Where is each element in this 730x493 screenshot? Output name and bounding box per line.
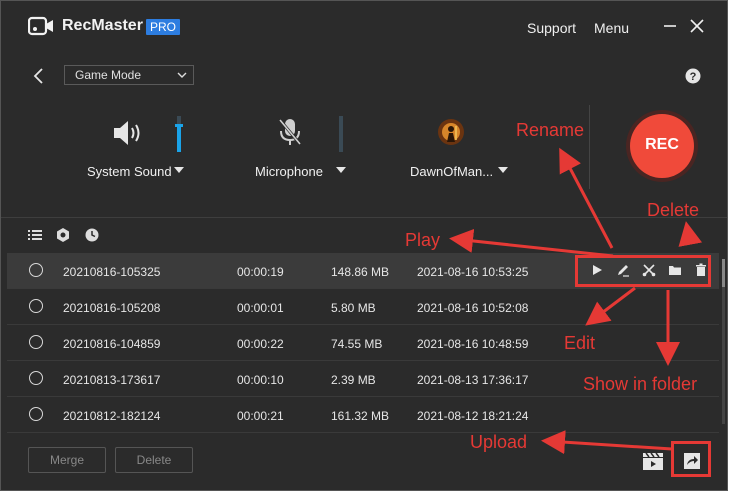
system-sound-label: System Sound (87, 164, 172, 179)
row-select-radio[interactable] (29, 299, 43, 313)
list-icon[interactable] (28, 228, 42, 242)
table-row[interactable]: 20210816-105325 00:00:19 148.86 MB 2021-08-… (7, 253, 719, 289)
recording-date: 2021-08-13 17:36:17 (417, 373, 529, 387)
svg-text:?: ? (690, 71, 697, 83)
support-menu[interactable]: Support (527, 20, 576, 36)
annotation-upload: Upload (470, 432, 528, 452)
title-bar: RecMaster PRO Support Menu (1, 1, 727, 55)
row-select-radio[interactable] (29, 263, 43, 277)
mode-select[interactable]: Game Mode (64, 65, 194, 85)
row-actions (581, 259, 711, 285)
recording-size: 5.80 MB (331, 301, 376, 315)
speaker-icon[interactable] (111, 117, 143, 149)
game-avatar-icon[interactable] (437, 118, 465, 146)
table-row[interactable]: 20210816-105208 00:00:01 5.80 MB 2021-08-16… (7, 289, 719, 325)
scrollbar-thumb[interactable] (722, 259, 725, 287)
rec-label: REC (645, 136, 679, 153)
row-select-radio[interactable] (29, 371, 43, 385)
recording-duration: 00:00:22 (237, 337, 284, 351)
recording-date: 2021-08-16 10:48:59 (417, 337, 529, 351)
game-label: DawnOfMan... (410, 164, 494, 179)
recording-date: 2021-08-16 10:53:25 (417, 265, 529, 279)
rec-divider (589, 105, 590, 189)
row-select-radio[interactable] (29, 407, 43, 421)
clock-icon[interactable] (85, 228, 99, 242)
recording-duration: 00:00:10 (237, 373, 284, 387)
delete-button[interactable]: Delete (115, 447, 193, 473)
help-icon[interactable]: ? (685, 68, 701, 84)
recording-name: 20210813-173617 (63, 373, 161, 387)
system-sound-level-knob[interactable] (175, 124, 183, 127)
recording-size: 161.32 MB (331, 409, 390, 423)
table-row[interactable]: 20210812-182124 00:00:21 161.32 MB 2021-08-… (7, 397, 719, 433)
microphone-label: Microphone (255, 164, 323, 179)
microphone-level-bar[interactable] (339, 116, 343, 152)
merge-button[interactable]: Merge (28, 447, 106, 473)
recording-date: 2021-08-16 10:52:08 (417, 301, 529, 315)
clapperboard-icon[interactable] (642, 451, 664, 471)
minimize-icon[interactable] (660, 16, 680, 36)
recording-duration: 00:00:21 (237, 409, 284, 423)
recording-duration: 00:00:19 (237, 265, 284, 279)
recording-size: 2.39 MB (331, 373, 376, 387)
table-row[interactable]: 20210816-104859 00:00:22 74.55 MB 2021-08-1… (7, 325, 719, 361)
app-name: RecMaster (62, 17, 143, 34)
settings-gear-icon[interactable] (56, 228, 70, 242)
recordings-table: 20210816-105325 00:00:19 148.86 MB 2021-08-… (7, 253, 719, 433)
trash-icon[interactable] (694, 263, 708, 277)
game-dropdown-icon[interactable] (498, 167, 508, 173)
scissors-icon[interactable] (642, 263, 656, 277)
annotation-delete: Delete (647, 200, 700, 220)
main-menu[interactable]: Menu (594, 20, 629, 36)
pro-badge: PRO (146, 19, 181, 35)
play-icon[interactable] (590, 263, 604, 277)
annotation-edit: Edit (564, 333, 596, 353)
microphone-dropdown-icon[interactable] (336, 167, 346, 173)
recording-duration: 00:00:01 (237, 301, 284, 315)
camera-logo-icon (28, 16, 53, 36)
folder-icon[interactable] (668, 263, 682, 277)
share-icon[interactable] (682, 451, 702, 471)
recording-size: 74.55 MB (331, 337, 383, 351)
annotation-play: Play (405, 230, 441, 250)
recording-size: 148.86 MB (331, 265, 390, 279)
list-toolbar (1, 217, 727, 252)
recording-name: 20210816-105325 (63, 265, 161, 279)
annotation-show-in-folder: Show in folder (583, 374, 698, 394)
pen-icon[interactable] (616, 263, 630, 277)
recording-date: 2021-08-12 18:21:24 (417, 409, 529, 423)
annotation-rename: Rename (516, 120, 585, 140)
app-window: RecMaster PRO Support Menu Game Mode ? S… (0, 0, 728, 491)
mode-select-value: Game Mode (75, 68, 142, 82)
close-icon[interactable] (687, 16, 707, 36)
recording-name: 20210812-182124 (63, 409, 161, 423)
system-sound-level-fill (177, 125, 181, 152)
row-select-radio[interactable] (29, 335, 43, 349)
system-sound-level-bar[interactable] (177, 116, 181, 152)
back-icon[interactable] (31, 67, 47, 85)
recording-name: 20210816-105208 (63, 301, 161, 315)
system-sound-dropdown-icon[interactable] (174, 167, 184, 173)
scrollbar[interactable] (722, 259, 725, 424)
recording-name: 20210816-104859 (63, 337, 161, 351)
microphone-muted-icon[interactable] (277, 117, 303, 147)
rec-button[interactable]: REC (621, 110, 703, 182)
chevron-down-icon (177, 72, 187, 78)
